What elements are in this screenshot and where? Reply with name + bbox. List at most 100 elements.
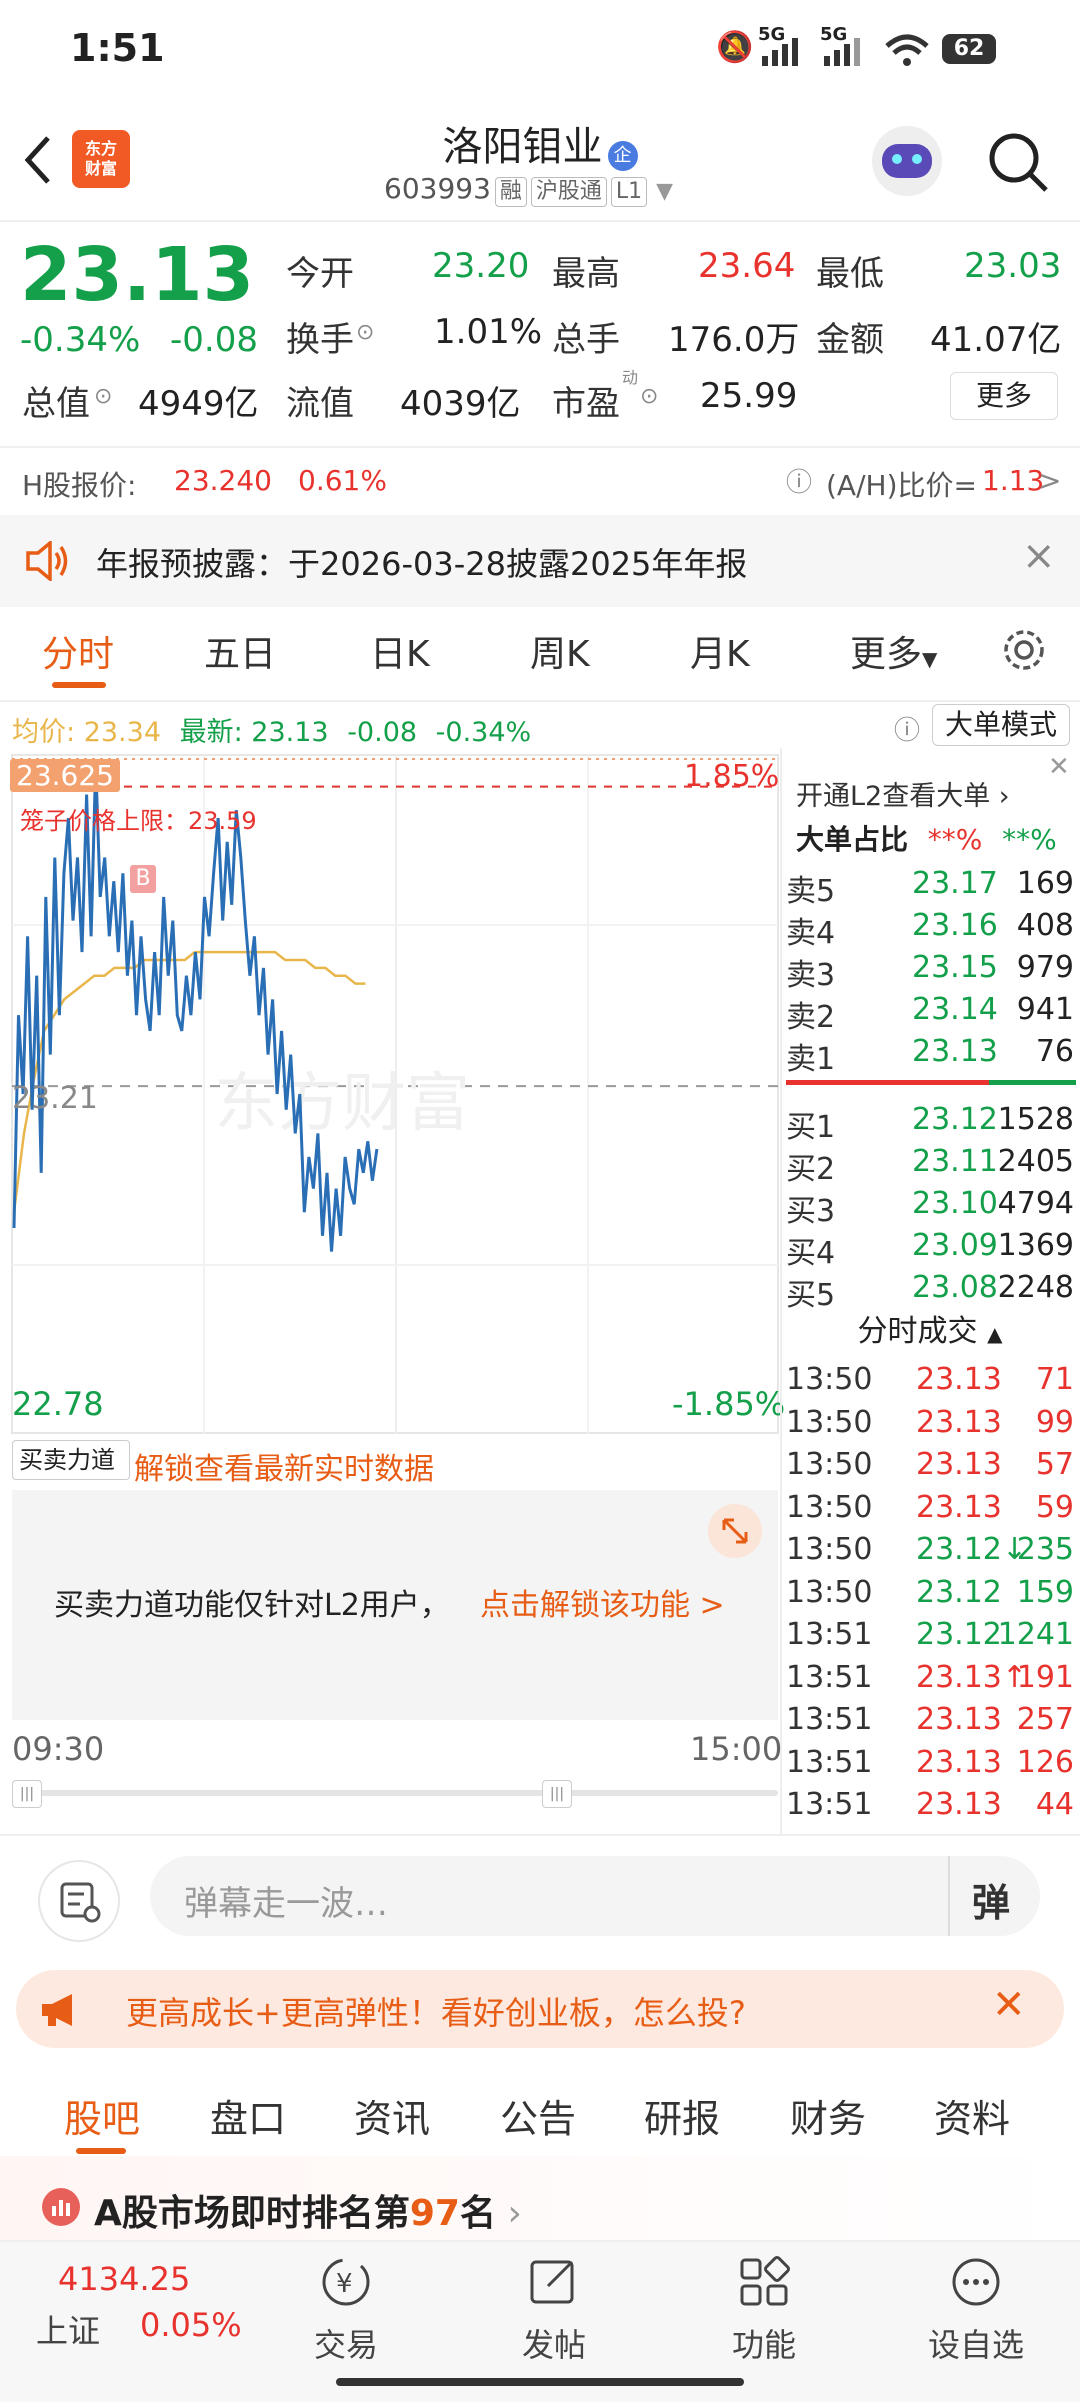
bid-price: 23.10: [912, 1186, 998, 1221]
tab-research[interactable]: 研报: [644, 2088, 720, 2143]
tab-more[interactable]: 更多▼: [850, 625, 937, 677]
intraday-chart[interactable]: 东方财富 23.625 1.85% 笼子价格上限：23.59 B 23.21 2…: [0, 745, 785, 1435]
info-icon[interactable]: ⊙: [356, 320, 374, 345]
close-icon[interactable]: ✕: [992, 1982, 1026, 2028]
title-block: 洛阳钼业 企: [380, 114, 700, 172]
tab-news[interactable]: 资讯: [354, 2088, 430, 2143]
expand-icon[interactable]: [708, 1504, 762, 1558]
trade-row: 13:50 23.13 71: [780, 1360, 1080, 1402]
caret-down-icon: ▼: [922, 647, 938, 671]
tab-monthly-k[interactable]: 月K: [690, 625, 750, 677]
settings-gear-icon[interactable]: [1000, 626, 1048, 674]
nav-watchlist[interactable]: 设自选: [896, 2240, 1056, 2366]
danmu-toggle-button[interactable]: 弹: [972, 1872, 1010, 1927]
search-icon[interactable]: [984, 128, 1054, 198]
close-icon[interactable]: ✕: [1048, 752, 1070, 782]
l2-promo-link[interactable]: 开通L2查看大单 ›: [796, 774, 1010, 813]
bid-volume: 2248: [997, 1270, 1074, 1305]
nav-trade-label: 交易: [313, 2326, 378, 2364]
svg-text:¥: ¥: [336, 2269, 353, 2299]
trade-row: 13:51 23.13 44: [780, 1785, 1080, 1827]
chart-info-row: 均价: 23.34 最新: 23.13 -0.08 -0.34%: [12, 710, 531, 749]
close-icon[interactable]: ×: [1022, 533, 1056, 579]
back-arrow-icon[interactable]: [18, 130, 58, 190]
tab-intraday[interactable]: 分时: [42, 625, 114, 677]
trade-volume: 59: [1035, 1489, 1074, 1525]
logo-text-1: 东方: [84, 139, 117, 158]
danmu-input[interactable]: 弹幕走一波… 弹: [150, 1856, 1040, 1936]
more-stats-button[interactable]: 更多: [950, 372, 1058, 420]
signal-icon: [762, 38, 798, 66]
x-end-label: 15:00: [690, 1730, 783, 1768]
time-range-track[interactable]: [12, 1790, 778, 1796]
latest-label: 最新:: [179, 717, 243, 748]
big-order-mode-button[interactable]: 大单模式: [932, 704, 1070, 746]
chevron-down-icon[interactable]: ▼: [656, 179, 673, 204]
h-share-price: 23.240: [174, 464, 272, 497]
tab-announcements[interactable]: 公告: [500, 2088, 576, 2143]
ask-volume: 941: [1016, 992, 1074, 1027]
tab-financials[interactable]: 财务: [790, 2088, 866, 2143]
promo-text: 更高成长+更高弹性！看好创业板，怎么投?: [126, 1994, 746, 2032]
index-pct[interactable]: 0.05%: [140, 2306, 242, 2344]
tab-orderbook[interactable]: 盘口: [210, 2088, 286, 2143]
range-handle-left[interactable]: |||: [12, 1780, 42, 1808]
ah-ratio-arrow[interactable]: >: [1038, 464, 1061, 497]
bid-row: 买4 23.09 1369: [780, 1224, 1080, 1271]
turnover-label: 换手: [286, 320, 354, 360]
help-icon[interactable]: ⓘ: [894, 710, 920, 747]
notice-bar[interactable]: 年报预披露：于2026-03-28披露2025年年报 ×: [0, 515, 1080, 607]
tab-profile[interactable]: 资料: [934, 2088, 1010, 2143]
stock-header: 东方 财富 洛阳钼业 企 603993 融沪股通 L1 ▼: [0, 100, 1080, 220]
nav-trade[interactable]: ¥ 交易: [266, 2240, 426, 2366]
trade-volume: 99: [1035, 1404, 1074, 1440]
pct-min-label: -1.85%: [672, 1385, 786, 1423]
bid-price: 23.11: [912, 1144, 998, 1179]
range-handle-right[interactable]: |||: [542, 1780, 572, 1808]
index-name[interactable]: 上证: [36, 2306, 100, 2352]
ask-row: 卖3 23.15 979: [780, 946, 1080, 993]
trade-price: 23.13: [916, 1404, 1002, 1440]
trade-price: 23.13: [916, 1744, 1002, 1780]
trade-time: 13:51: [786, 1617, 873, 1652]
tab-forum[interactable]: 股吧: [64, 2088, 140, 2143]
latest-change: -0.08: [347, 717, 418, 748]
trade-time: 13:51: [786, 1702, 873, 1737]
force-locked-panel[interactable]: 买卖力道功能仅针对L2用户， 点击解锁该功能 >: [12, 1490, 778, 1720]
info-icon[interactable]: ⊙: [94, 384, 112, 409]
trade-time: 13:50: [786, 1532, 873, 1567]
trade-price: 23.13: [916, 1362, 1002, 1397]
cage-price-label: 笼子价格上限：23.59: [20, 807, 257, 835]
force-unlock-link[interactable]: 点击解锁该功能 >: [480, 1580, 725, 1624]
help-icon[interactable]: ⓘ: [786, 462, 812, 499]
wifi-icon: [885, 34, 929, 66]
buy-marker[interactable]: B: [130, 865, 156, 893]
trade-price: 23.13: [916, 1489, 1002, 1525]
low-value: 23.03: [964, 246, 1062, 286]
ah-ratio-value[interactable]: 1.13: [982, 464, 1044, 497]
tab-daily-k[interactable]: 日K: [370, 625, 430, 677]
divider: [0, 1834, 1080, 1836]
promo-banner[interactable]: 更高成长+更高弹性！看好创业板，怎么投? ✕: [16, 1970, 1064, 2048]
battery-icon: 62: [942, 34, 996, 64]
ah-ratio-label[interactable]: (A/H)比价=: [826, 464, 977, 504]
force-overlay-text: 买卖力道功能仅针对L2用户，: [54, 1588, 450, 1623]
trades-title[interactable]: 分时成交 ▲: [780, 1306, 1080, 1350]
unlock-link[interactable]: 解锁查看最新实时数据: [134, 1444, 434, 1488]
trade-volume: 191: [1016, 1659, 1074, 1695]
danmu-settings-icon: [60, 1882, 101, 1923]
force-selector[interactable]: 买卖力道 ▼: [12, 1440, 130, 1513]
ranking-row[interactable]: A股市场即时排名第97名 ›: [0, 2156, 1080, 2240]
speaker-icon: [26, 541, 68, 581]
info-icon[interactable]: ⊙: [640, 384, 658, 409]
danmu-settings-button[interactable]: [38, 1860, 120, 1942]
ask-volume: 76: [1035, 1034, 1074, 1069]
bid-price: 23.09: [912, 1228, 998, 1263]
nav-post[interactable]: 发帖: [474, 2240, 634, 2366]
assistant-avatar[interactable]: [872, 126, 942, 196]
tab-weekly-k[interactable]: 周K: [530, 625, 590, 677]
nav-functions[interactable]: 功能: [684, 2240, 844, 2366]
tab-five-day[interactable]: 五日: [204, 625, 276, 677]
ask-volume: 979: [1016, 950, 1074, 985]
index-value[interactable]: 4134.25: [58, 2260, 190, 2298]
